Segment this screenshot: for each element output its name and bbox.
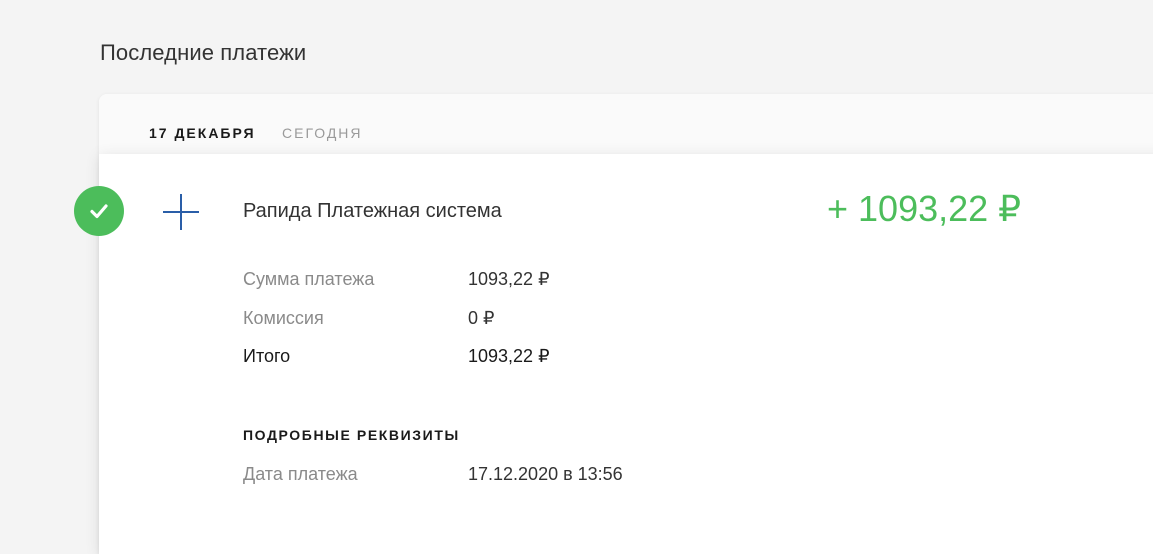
total-value: 1093,22 ₽ — [468, 346, 550, 366]
payment-sum-label: Сумма платежа — [243, 269, 375, 289]
commission-value: 0 ₽ — [468, 308, 495, 328]
date-group-header: 17 ДЕКАБРЯ СЕГОДНЯ — [99, 94, 1153, 154]
payment-amount: + 1093,22 ₽ — [827, 188, 1022, 229]
total-label: Итого — [243, 346, 291, 366]
checkmark-icon — [74, 186, 124, 236]
page-title: Последние платежи — [100, 40, 307, 65]
payment-date-label: Дата платежа — [243, 464, 358, 484]
date-label: 17 ДЕКАБРЯ — [149, 125, 256, 141]
payment-sum-value: 1093,22 ₽ — [468, 269, 550, 289]
payment-item[interactable]: Рапида Платежная система + 1093,22 ₽ Сум… — [99, 154, 1153, 554]
payments-card: 17 ДЕКАБРЯ СЕГОДНЯ Рапида Платежная сист… — [99, 94, 1153, 554]
payment-date-value: 17.12.2020 в 13:56 — [468, 464, 623, 484]
merchant-name: Рапида Платежная система — [243, 200, 502, 222]
commission-label: Комиссия — [243, 308, 324, 328]
plus-icon — [161, 192, 201, 232]
details-section-title: ПОДРОБНЫЕ РЕКВИЗИТЫ — [243, 427, 460, 443]
date-relative-label: СЕГОДНЯ — [282, 125, 363, 141]
